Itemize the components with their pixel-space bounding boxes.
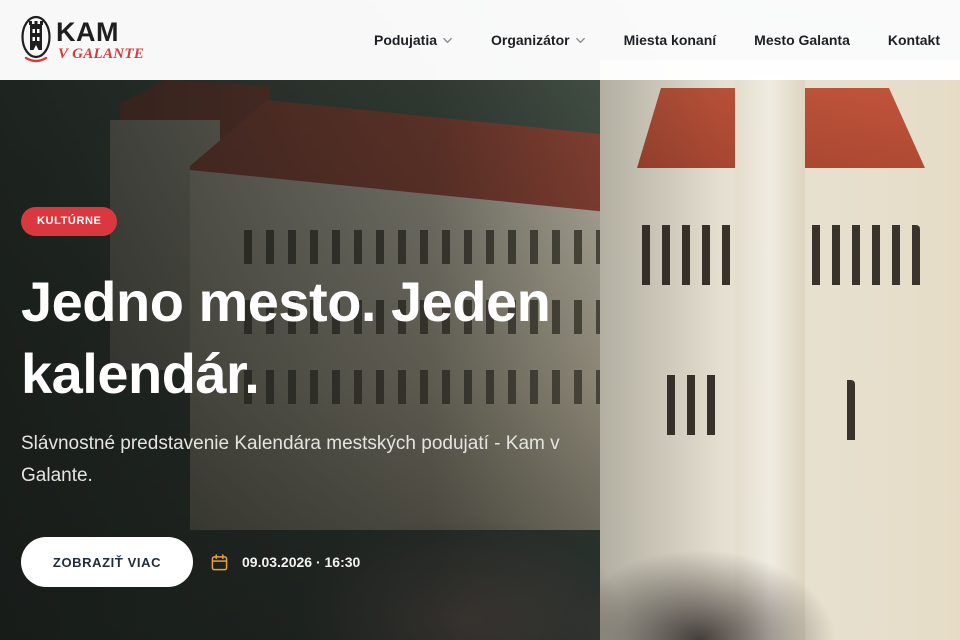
castle-tower-logo-icon xyxy=(21,15,51,63)
nav-item-organizator[interactable]: Organizátor xyxy=(491,32,586,48)
nav-item-podujatia[interactable]: Podujatia xyxy=(374,32,453,48)
nav-item-kontakt[interactable]: Kontakt xyxy=(888,32,940,48)
logo-tagline: V GALANTE xyxy=(58,46,145,62)
calendar-icon xyxy=(211,553,228,570)
main-nav: Podujatia Organizátor Miesta konaní Mest… xyxy=(374,32,940,48)
hero-subtitle: Slávnostné predstavenie Kalendára mestsk… xyxy=(21,433,560,486)
nav-item-mesto-galanta[interactable]: Mesto Galanta xyxy=(754,32,850,48)
event-date: 09.03.2026 · 16:30 xyxy=(211,553,361,571)
nav-item-miesta-konani[interactable]: Miesta konaní xyxy=(624,32,717,48)
logo-name: KAM xyxy=(56,17,119,47)
chevron-down-icon xyxy=(575,37,585,43)
site-logo[interactable]: KAM V GALANTE xyxy=(20,12,160,68)
hero-content: KULTÚRNE Jedno mesto. Jeden kalendár. Sl… xyxy=(21,207,641,587)
hero-actions: ZOBRAZIŤ VIAC 09.03.2026 · 16:30 xyxy=(21,537,641,587)
hero-title: Jedno mesto. Jeden kalendár. xyxy=(21,266,641,410)
site-header: KAM V GALANTE Podujatia Organizátor Mies… xyxy=(0,0,960,80)
chevron-down-icon xyxy=(443,37,452,43)
event-date-text: 09.03.2026 · 16:30 xyxy=(242,554,361,570)
category-badge[interactable]: KULTÚRNE xyxy=(21,207,118,236)
hero-title-line-2: kalendár. xyxy=(21,342,260,405)
hero-title-line-1: Jedno mesto. Jeden xyxy=(21,270,551,333)
show-more-button[interactable]: ZOBRAZIŤ VIAC xyxy=(21,537,193,587)
